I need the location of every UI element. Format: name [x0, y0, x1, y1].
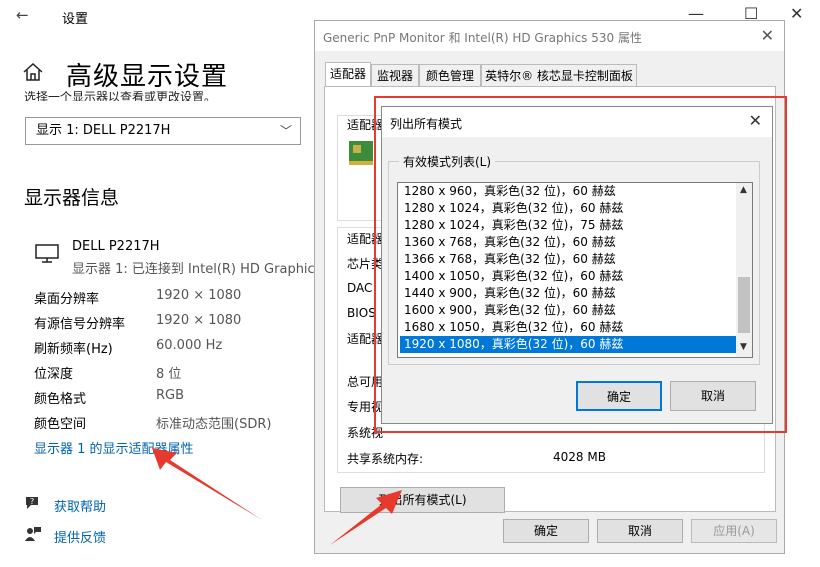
- arrow-to-list-all-button: [330, 490, 402, 545]
- arrow-to-adapter-link: [152, 448, 262, 520]
- annotation-arrows: [152, 448, 402, 545]
